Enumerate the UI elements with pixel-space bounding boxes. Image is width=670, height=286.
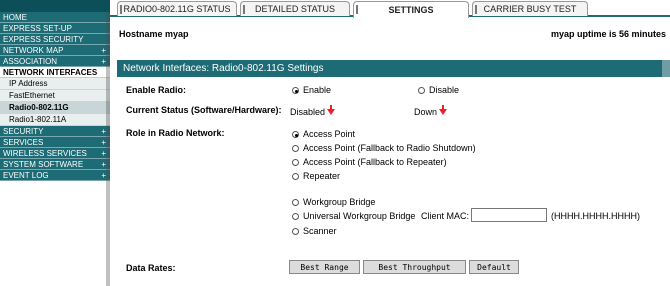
tab-notch-icon xyxy=(120,5,122,14)
uptime-text: myap uptime is 56 minutes xyxy=(550,29,666,39)
radio-unchecked-icon[interactable] xyxy=(418,87,425,94)
role-option-access-point[interactable]: Access Point xyxy=(292,129,355,139)
tab-notch-icon xyxy=(356,5,358,14)
panel-title-bar: Network Interfaces: Radio0-802.11G Setti… xyxy=(117,60,670,77)
role-label: Role in Radio Network: xyxy=(126,128,225,138)
role-option-ap-fallback-shutdown[interactable]: Access Point (Fallback to Radio Shutdown… xyxy=(292,143,476,153)
panel-title-edge xyxy=(662,60,670,77)
hardware-status: Down xyxy=(414,105,448,117)
tab-settings[interactable]: SETTINGS xyxy=(353,1,469,18)
radio-unchecked-icon[interactable] xyxy=(292,159,299,166)
radio-checked-icon[interactable] xyxy=(292,87,299,94)
sidebar: HOME EXPRESS SET-UP EXPRESS SECURITY NET… xyxy=(0,0,110,286)
tab-radio-status[interactable]: RADIO0-802.11G STATUS xyxy=(117,1,237,16)
best-range-button[interactable]: Best Range xyxy=(289,260,360,274)
radio-unchecked-icon[interactable] xyxy=(292,213,299,220)
role-option-universal-workgroup-bridge[interactable]: Universal Workgroup Bridge xyxy=(292,211,415,221)
sidebar-item-security[interactable]: SECURITY + xyxy=(0,126,110,137)
hostname-text: Hostname myap xyxy=(119,29,189,39)
default-button[interactable]: Default xyxy=(469,260,519,274)
sidebar-item-express-security[interactable]: EXPRESS SECURITY xyxy=(0,34,110,45)
down-arrow-icon xyxy=(327,105,336,115)
role-option-scanner[interactable]: Scanner xyxy=(292,226,337,236)
role-option-repeater[interactable]: Repeater xyxy=(292,171,340,181)
sidebar-item-network-map[interactable]: NETWORK MAP + xyxy=(0,45,110,56)
sidebar-subitem-radio1[interactable]: Radio1-802.11A xyxy=(0,114,110,126)
software-status: Disabled xyxy=(290,105,336,117)
radio-unchecked-icon[interactable] xyxy=(292,145,299,152)
radio-unchecked-icon[interactable] xyxy=(292,199,299,206)
tab-notch-icon xyxy=(243,5,245,14)
tab-bar: RADIO0-802.11G STATUS DETAILED STATUS SE… xyxy=(110,0,670,18)
enable-radio-label: Enable Radio: xyxy=(126,85,187,95)
best-throughput-button[interactable]: Best Throughput xyxy=(363,260,466,274)
down-arrow-icon xyxy=(439,105,448,115)
disable-radio-option[interactable]: Disable xyxy=(418,85,459,95)
panel-title: Network Interfaces: Radio0-802.11G Setti… xyxy=(123,63,324,74)
enable-radio-option[interactable]: Enable xyxy=(292,85,331,95)
sidebar-subitem-fastethernet[interactable]: FastEthernet xyxy=(0,90,110,102)
client-mac-label: Client MAC: xyxy=(421,211,470,221)
data-rates-label: Data Rates: xyxy=(126,263,176,273)
sidebar-item-system-software[interactable]: SYSTEM SOFTWARE + xyxy=(0,159,110,170)
client-mac-hint: (HHHH.HHHH.HHHH) xyxy=(551,211,640,221)
current-status-label: Current Status (Software/Hardware): xyxy=(126,105,282,115)
role-option-ap-fallback-repeater[interactable]: Access Point (Fallback to Repeater) xyxy=(292,157,447,167)
radio-unchecked-icon[interactable] xyxy=(292,228,299,235)
page-header: Hostname myap myap uptime is 56 minutes xyxy=(119,29,666,41)
sidebar-item-express-setup[interactable]: EXPRESS SET-UP xyxy=(0,23,110,34)
sidebar-item-wireless-services[interactable]: WIRELESS SERVICES + xyxy=(0,148,110,159)
sidebar-subitem-radio0[interactable]: Radio0-802.11G xyxy=(0,102,110,114)
sidebar-subitem-ip-address[interactable]: IP Address xyxy=(0,78,110,90)
tab-detailed-status[interactable]: DETAILED STATUS xyxy=(240,1,350,16)
sidebar-item-association[interactable]: ASSOCIATION + xyxy=(0,56,110,67)
tab-carrier-busy-test[interactable]: CARRIER BUSY TEST xyxy=(472,1,588,16)
role-option-workgroup-bridge[interactable]: Workgroup Bridge xyxy=(292,197,375,207)
client-mac-input[interactable] xyxy=(471,208,547,222)
sidebar-header-band xyxy=(0,0,110,12)
radio-unchecked-icon[interactable] xyxy=(292,173,299,180)
sidebar-shadow xyxy=(106,12,110,286)
sidebar-item-event-log[interactable]: EVENT LOG + xyxy=(0,170,110,181)
sidebar-item-home[interactable]: HOME xyxy=(0,12,110,23)
radio-checked-icon[interactable] xyxy=(292,131,299,138)
sidebar-item-network-interfaces[interactable]: NETWORK INTERFACES xyxy=(0,67,110,78)
sidebar-item-services[interactable]: SERVICES + xyxy=(0,137,110,148)
tab-notch-icon xyxy=(475,5,477,14)
